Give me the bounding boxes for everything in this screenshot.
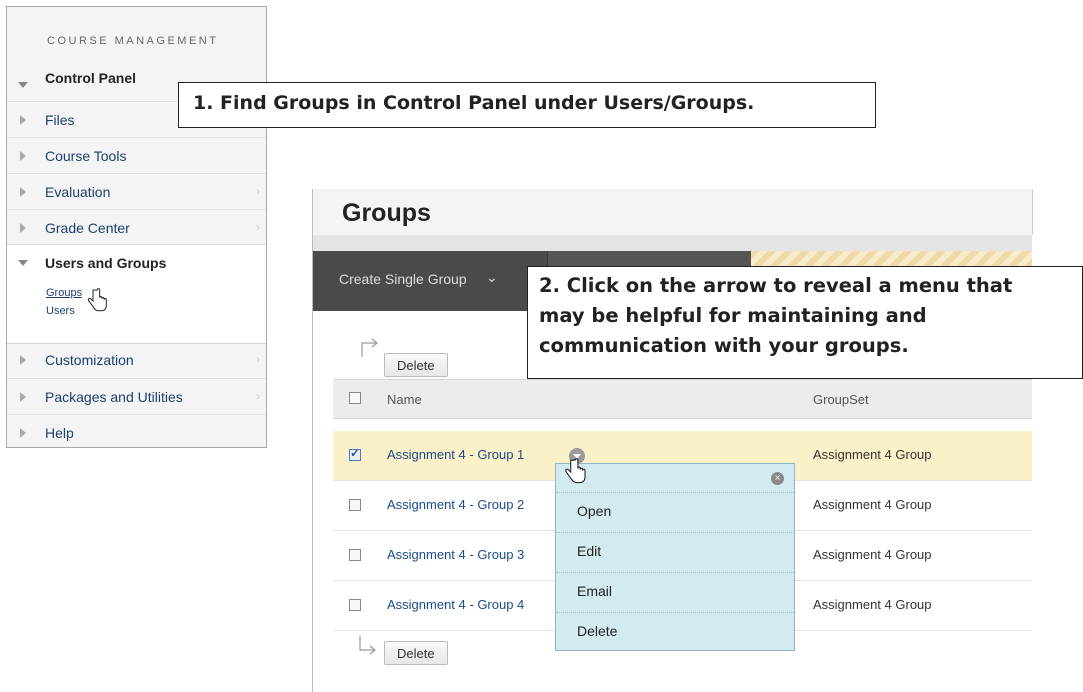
row-checkbox[interactable] — [349, 446, 361, 461]
sidebar-item-course-tools[interactable]: Course Tools — [7, 137, 266, 173]
menu-item-edit[interactable]: Edit — [556, 532, 794, 572]
menu-item-label: Delete — [577, 623, 618, 639]
sidebar-item-users-and-groups: Users and Groups Groups Users — [7, 244, 266, 344]
menu-item-label: Email — [577, 583, 613, 599]
callout-line: 2. Click on the arrow to reveal a menu t… — [539, 274, 1013, 297]
action-bar-spacer — [313, 235, 1032, 251]
groupset-cell: Assignment 4 Group — [813, 597, 932, 612]
page-header: Groups — [313, 189, 1033, 235]
delete-button-top[interactable]: Delete — [384, 353, 448, 377]
sidebar-item-label: Evaluation — [45, 184, 111, 200]
collapsed-triangle-icon — [20, 392, 26, 402]
create-single-group-button[interactable]: Create Single Group ⌄ — [313, 251, 548, 311]
collapsed-triangle-icon — [20, 151, 26, 161]
expanded-triangle-icon — [18, 260, 28, 266]
groupset-cell: Assignment 4 Group — [813, 547, 932, 562]
collapsed-triangle-icon — [20, 187, 26, 197]
sidebar-item-label: Grade Center — [45, 220, 130, 236]
hand-cursor-icon — [87, 288, 107, 312]
chevron-right-icon: › — [256, 352, 260, 366]
sidebar-item-label: Course Tools — [45, 148, 127, 164]
page-title: Groups — [342, 199, 431, 227]
column-header-name[interactable]: Name — [387, 392, 422, 407]
sidebar-item-label: Control Panel — [45, 70, 137, 86]
expanded-triangle-icon — [18, 82, 28, 88]
row-checkbox[interactable] — [349, 549, 361, 561]
instruction-callout-step-2: 2. Click on the arrow to reveal a menu t… — [527, 266, 1083, 379]
menu-item-label: Edit — [577, 543, 602, 559]
hand-cursor-icon — [565, 458, 586, 484]
button-label: Create Single Group — [339, 271, 467, 287]
delete-button-bottom[interactable]: Delete — [384, 641, 448, 665]
select-arrow-icon — [359, 636, 376, 655]
chevron-right-icon: › — [256, 220, 260, 234]
instruction-callout-step-1: 1. Find Groups in Control Panel under Us… — [178, 82, 876, 128]
collapsed-triangle-icon — [20, 355, 26, 365]
row-checkbox[interactable] — [349, 599, 361, 611]
close-icon[interactable]: × — [771, 472, 784, 485]
sidebar-item-help[interactable]: Help — [7, 414, 266, 447]
sidebar-item-customization[interactable]: Customization › — [7, 342, 266, 378]
menu-item-label: Open — [577, 503, 612, 519]
row-checkbox[interactable] — [349, 499, 361, 511]
group-name-link[interactable]: Assignment 4 - Group 3 — [387, 547, 524, 562]
sidebar-item-label: Customization — [45, 352, 134, 368]
callout-line: communication with your groups. — [539, 334, 909, 357]
chevron-right-icon: › — [256, 389, 260, 403]
collapsed-triangle-icon — [20, 115, 26, 125]
collapsed-triangle-icon — [20, 428, 26, 438]
sidebar-item-label: Files — [45, 112, 75, 128]
menu-item-delete[interactable]: Delete — [556, 612, 794, 652]
sidebar-item-label: Help — [45, 425, 74, 441]
group-name-link[interactable]: Assignment 4 - Group 4 — [387, 597, 524, 612]
menu-item-email[interactable]: Email — [556, 572, 794, 612]
select-all-checkbox[interactable] — [349, 392, 361, 404]
sidebar-subitem-groups[interactable]: Groups — [46, 287, 82, 299]
chevron-down-icon: ⌄ — [486, 269, 498, 285]
collapsed-triangle-icon — [20, 223, 26, 233]
sidebar-item-packages-and-utilities[interactable]: Packages and Utilities › — [7, 378, 266, 414]
groupset-cell: Assignment 4 Group — [813, 497, 932, 512]
group-name-link[interactable]: Assignment 4 - Group 1 — [387, 447, 524, 462]
sidebar-item-label: Packages and Utilities — [45, 389, 183, 405]
sidebar-item-grade-center[interactable]: Grade Center › — [7, 209, 266, 245]
callout-line: may be helpful for maintaining and — [539, 304, 927, 327]
group-context-menu: × Open Edit Email Delete — [555, 463, 795, 651]
select-arrow-icon — [361, 338, 378, 357]
sidebar-subitem-users[interactable]: Users — [46, 305, 75, 317]
chevron-right-icon: › — [256, 184, 260, 198]
groupset-cell: Assignment 4 Group — [813, 447, 932, 462]
column-header-groupset[interactable]: GroupSet — [813, 392, 869, 407]
course-management-heading: COURSE MANAGEMENT — [47, 35, 219, 47]
menu-item-open[interactable]: Open — [556, 492, 794, 532]
table-header: Name GroupSet — [333, 379, 1032, 419]
course-management-panel: COURSE MANAGEMENT Control Panel Files Co… — [6, 6, 267, 448]
sidebar-item-label[interactable]: Users and Groups — [45, 255, 166, 271]
group-name-link[interactable]: Assignment 4 - Group 2 — [387, 497, 524, 512]
sidebar-item-evaluation[interactable]: Evaluation › — [7, 173, 266, 209]
